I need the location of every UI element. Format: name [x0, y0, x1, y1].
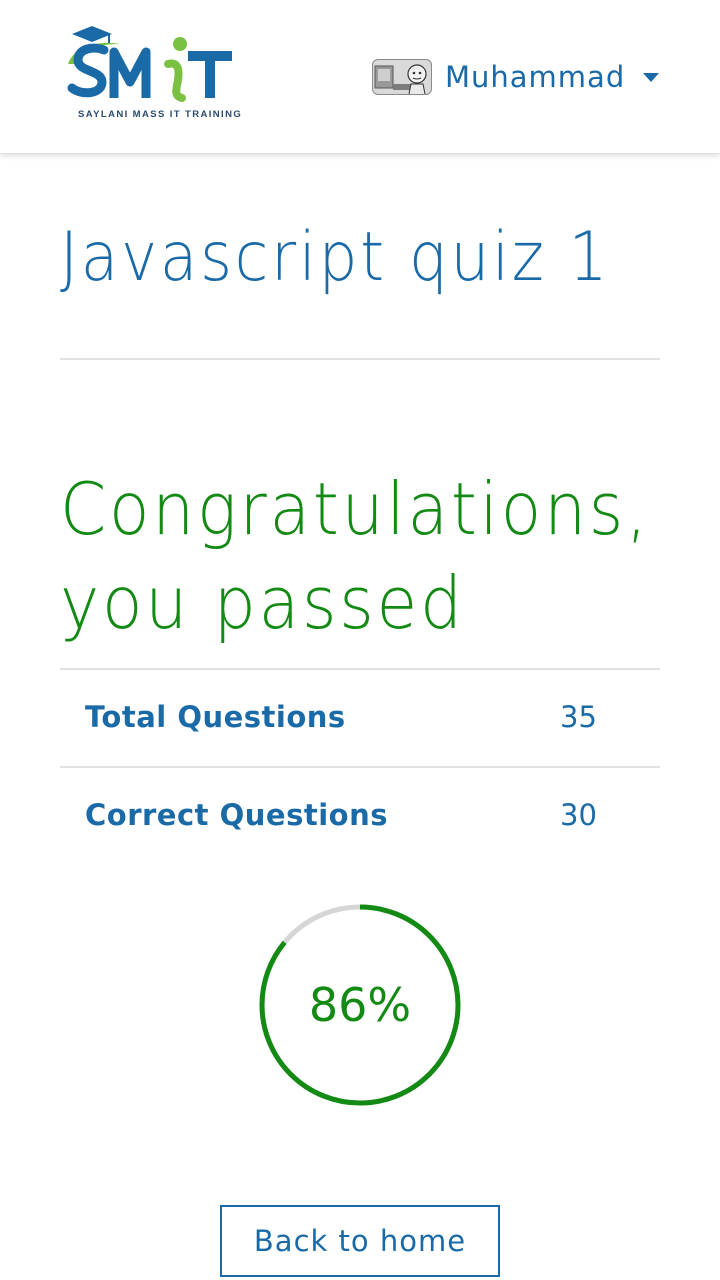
stat-row-correct: Correct Questions 30 [60, 766, 660, 864]
stat-value: 35 [560, 700, 597, 734]
score-progress-ring: 86% [258, 903, 462, 1107]
result-message: Congratulations, you passed [60, 467, 650, 645]
app-header: SAYLANI MASS IT TRAINING Muhammad [0, 0, 720, 153]
avatar-illustration [374, 64, 427, 94]
user-avatar [372, 59, 432, 95]
user-name: Muhammad [445, 60, 626, 94]
stat-value: 30 [560, 798, 597, 832]
stat-label: Correct Questions [85, 798, 388, 832]
stat-row-total: Total Questions 35 [60, 668, 660, 766]
user-menu[interactable]: Muhammad [372, 55, 660, 99]
stat-label: Total Questions [85, 700, 346, 734]
back-to-home-button[interactable]: Back to home [220, 1205, 500, 1277]
title-divider [60, 358, 660, 360]
logo-tagline: SAYLANI MASS IT TRAINING [78, 109, 243, 120]
smit-logo[interactable]: SAYLANI MASS IT TRAINING [64, 24, 244, 124]
score-percent: 86% [308, 978, 412, 1032]
chevron-down-icon[interactable] [643, 72, 660, 82]
logo-mark [67, 26, 232, 102]
quiz-title: Javascript quiz 1 [60, 218, 611, 297]
